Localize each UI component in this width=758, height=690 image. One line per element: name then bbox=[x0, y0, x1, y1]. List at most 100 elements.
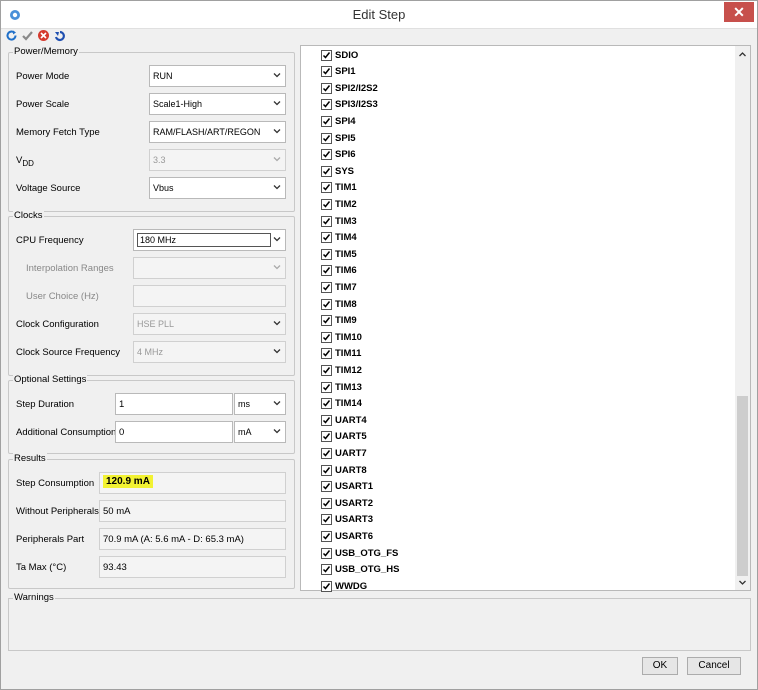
peripheral-item[interactable]: USART1 bbox=[321, 479, 373, 495]
peripheral-checkbox[interactable] bbox=[321, 215, 332, 227]
peripheral-item[interactable]: TIM5 bbox=[321, 246, 357, 262]
scroll-down-icon[interactable] bbox=[737, 577, 748, 588]
peripheral-checkbox[interactable] bbox=[321, 348, 332, 360]
peripheral-item[interactable]: TIM4 bbox=[321, 230, 357, 246]
peripheral-item[interactable]: UART4 bbox=[321, 412, 367, 428]
checkmark-icon bbox=[322, 217, 331, 225]
peripheral-item[interactable]: USB_OTG_FS bbox=[321, 545, 398, 561]
peripheral-checkbox[interactable] bbox=[321, 447, 332, 459]
memory-fetch-select[interactable]: RAM/FLASH/ART/REGON bbox=[149, 121, 286, 143]
peripheral-checkbox[interactable] bbox=[321, 248, 332, 260]
undo-icon[interactable] bbox=[53, 29, 66, 42]
settings-panel: Power/Memory Power Mode RUN Power Scale … bbox=[8, 45, 295, 591]
peripheral-checkbox[interactable] bbox=[321, 99, 332, 111]
additional-unit-select[interactable]: mA bbox=[234, 421, 286, 443]
scroll-up-icon[interactable] bbox=[737, 49, 748, 60]
peripheral-item[interactable]: USART2 bbox=[321, 495, 373, 511]
checkmark-icon bbox=[322, 68, 331, 75]
peripheral-checkbox[interactable] bbox=[321, 82, 332, 94]
edit-step-window: Edit Step ✕ Power/Memory Power Mode RUN … bbox=[0, 0, 758, 690]
peripheral-item[interactable]: TIM9 bbox=[321, 313, 357, 329]
peripheral-item[interactable]: UART5 bbox=[321, 429, 367, 445]
peripheral-item[interactable]: UART8 bbox=[321, 462, 367, 478]
checkmark-icon bbox=[322, 416, 331, 424]
peripheral-checkbox[interactable] bbox=[321, 265, 332, 277]
peripheral-checkbox[interactable] bbox=[321, 132, 332, 144]
ok-button[interactable]: OK bbox=[642, 657, 678, 675]
peripheral-item[interactable]: WWDG bbox=[321, 578, 367, 594]
peripheral-checkbox[interactable] bbox=[321, 232, 332, 244]
peripheral-checkbox[interactable] bbox=[321, 564, 332, 576]
additional-consumption-label: Additional Consumption bbox=[16, 427, 117, 438]
peripheral-item[interactable]: SPI2/I2S2 bbox=[321, 80, 378, 96]
peripheral-checkbox[interactable] bbox=[321, 514, 332, 526]
peripheral-checkbox[interactable] bbox=[321, 414, 332, 426]
cancel-button[interactable]: Cancel bbox=[687, 657, 741, 675]
peripheral-checkbox[interactable] bbox=[321, 547, 332, 559]
peripheral-checkbox[interactable] bbox=[321, 182, 332, 194]
peripheral-item[interactable]: USART3 bbox=[321, 512, 373, 528]
checkmark-icon bbox=[322, 101, 331, 108]
peripheral-item[interactable]: TIM1 bbox=[321, 180, 357, 196]
checkmark-icon bbox=[322, 383, 331, 391]
scrollbar[interactable] bbox=[735, 46, 750, 590]
peripheral-item[interactable]: TIM14 bbox=[321, 396, 362, 412]
voltage-source-select[interactable]: Vbus bbox=[149, 177, 286, 199]
peripheral-item[interactable]: TIM11 bbox=[321, 346, 361, 362]
peripheral-item[interactable]: TIM6 bbox=[321, 263, 357, 279]
peripheral-item[interactable]: SYS bbox=[321, 163, 354, 179]
peripheral-checkbox[interactable] bbox=[321, 398, 332, 410]
peripheral-item[interactable]: SPI6 bbox=[321, 147, 356, 163]
checkmark-icon bbox=[322, 333, 331, 341]
power-mode-select[interactable]: RUN bbox=[149, 65, 286, 87]
peripheral-checkbox[interactable] bbox=[321, 530, 332, 542]
checkmark-icon bbox=[322, 466, 331, 474]
peripheral-checkbox[interactable] bbox=[321, 580, 332, 592]
peripheral-checkbox[interactable] bbox=[321, 115, 332, 127]
peripheral-checkbox[interactable] bbox=[321, 481, 332, 493]
peripheral-checkbox[interactable] bbox=[321, 281, 332, 293]
peripheral-checkbox[interactable] bbox=[321, 364, 332, 376]
peripheral-checkbox[interactable] bbox=[321, 315, 332, 327]
peripheral-item[interactable]: TIM7 bbox=[321, 279, 357, 295]
peripheral-checkbox[interactable] bbox=[321, 381, 332, 393]
step-duration-unit-select[interactable]: ms bbox=[234, 393, 286, 415]
peripheral-item[interactable]: TIM12 bbox=[321, 362, 362, 378]
power-memory-group: Power/Memory Power Mode RUN Power Scale … bbox=[8, 46, 295, 212]
peripheral-item[interactable]: SPI4 bbox=[321, 113, 356, 129]
peripheral-item[interactable]: TIM8 bbox=[321, 296, 357, 312]
peripheral-item[interactable]: SDIO bbox=[321, 47, 358, 63]
peripheral-item[interactable]: USART6 bbox=[321, 528, 373, 544]
peripheral-checkbox[interactable] bbox=[321, 431, 332, 443]
peripheral-item[interactable]: SPI1 bbox=[321, 64, 356, 80]
peripheral-item[interactable]: SPI3/I2S3 bbox=[321, 97, 378, 113]
peripheral-checkbox[interactable] bbox=[321, 149, 332, 161]
peripheral-item[interactable]: TIM10 bbox=[321, 329, 362, 345]
peripheral-checkbox[interactable] bbox=[321, 464, 332, 476]
step-duration-input[interactable]: 1 bbox=[115, 393, 233, 415]
refresh-icon[interactable] bbox=[5, 29, 18, 42]
power-scale-select[interactable]: Scale1-High bbox=[149, 93, 286, 115]
check-icon[interactable] bbox=[21, 29, 34, 42]
peripheral-checkbox[interactable] bbox=[321, 298, 332, 310]
scrollbar-thumb[interactable] bbox=[737, 396, 748, 576]
peripheral-checkbox[interactable] bbox=[321, 49, 332, 61]
peripheral-item[interactable]: SPI5 bbox=[321, 130, 356, 146]
cpu-freq-select[interactable]: 180 MHz bbox=[133, 229, 286, 251]
optional-settings-group: Optional Settings Step Duration 1 ms Add… bbox=[8, 374, 295, 454]
additional-consumption-input[interactable]: 0 bbox=[115, 421, 233, 443]
peripheral-item[interactable]: TIM3 bbox=[321, 213, 357, 229]
peripheral-item[interactable]: TIM2 bbox=[321, 196, 357, 212]
close-button[interactable]: ✕ bbox=[724, 2, 754, 22]
step-consumption-row: Step Consumption 120.9 mA bbox=[9, 472, 294, 496]
peripheral-label: USART6 bbox=[335, 530, 374, 542]
peripheral-item[interactable]: UART7 bbox=[321, 445, 367, 461]
peripheral-checkbox[interactable] bbox=[321, 66, 332, 78]
peripheral-checkbox[interactable] bbox=[321, 331, 332, 343]
peripheral-item[interactable]: USB_OTG_HS bbox=[321, 562, 399, 578]
peripheral-checkbox[interactable] bbox=[321, 497, 332, 509]
peripheral-checkbox[interactable] bbox=[321, 165, 332, 177]
peripheral-item[interactable]: TIM13 bbox=[321, 379, 362, 395]
peripheral-checkbox[interactable] bbox=[321, 198, 332, 210]
cancel-icon[interactable] bbox=[37, 29, 50, 42]
